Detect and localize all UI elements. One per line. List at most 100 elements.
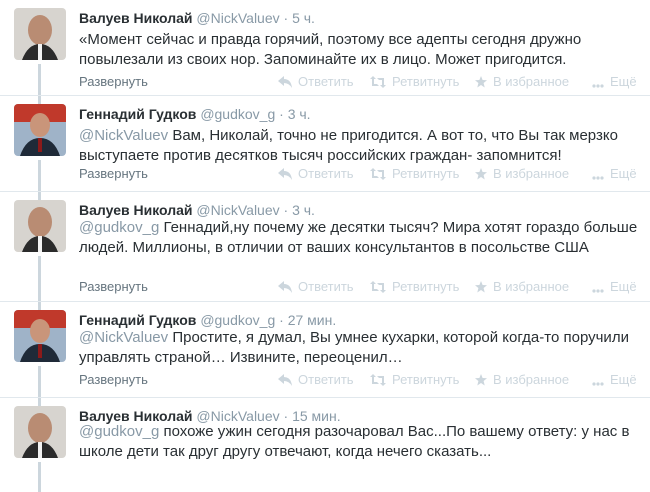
avatar[interactable]: [14, 310, 66, 362]
author-handle[interactable]: @NickValuev: [196, 10, 279, 26]
retweet-icon: [370, 168, 386, 180]
tweet-text: @gudkov_g Геннадий,ну почему же десятки …: [79, 218, 639, 258]
favorite-button[interactable]: В избранное: [475, 372, 569, 387]
timestamp[interactable]: 5 ч.: [292, 10, 315, 26]
star-icon: [475, 281, 487, 293]
author-handle[interactable]: @NickValuev: [196, 202, 279, 218]
author-name[interactable]: Валуев Николай: [79, 202, 193, 218]
separator-dot: ·: [279, 106, 284, 122]
tweet-body: похоже ужин сегодня разочаровал Вас...По…: [79, 423, 630, 460]
more-dots-icon: [592, 382, 604, 386]
more-button[interactable]: Ещё: [592, 166, 637, 181]
tweet[interactable]: Валуев Николай @NickValuev · 5 ч. «Момен…: [0, 0, 650, 96]
mention-link[interactable]: @gudkov_g: [79, 423, 159, 440]
expand-link[interactable]: Развернуть: [79, 279, 148, 294]
avatar[interactable]: [14, 200, 66, 252]
more-label: Ещё: [610, 279, 637, 294]
avatar-valuev-icon: [14, 406, 66, 458]
mention-link[interactable]: @gudkov_g: [79, 219, 159, 236]
reply-button[interactable]: Ответить: [278, 166, 354, 181]
reply-icon: [278, 168, 292, 180]
more-label: Ещё: [610, 372, 637, 387]
favorite-button[interactable]: В избранное: [475, 279, 569, 294]
favorite-button[interactable]: В избранное: [475, 74, 569, 89]
reply-icon: [278, 76, 292, 88]
retweet-button[interactable]: Ретвитнуть: [370, 74, 459, 89]
tweet-header: Валуев Николай @NickValuev · 3 ч.: [79, 202, 315, 218]
retweet-button[interactable]: Ретвитнуть: [370, 279, 459, 294]
avatar-valuev-icon: [14, 8, 66, 60]
tweet[interactable]: Геннадий Гудков @gudkov_g · 27 мин. @Nic…: [0, 302, 650, 398]
tweet[interactable]: Валуев Николай @NickValuev · 15 мин. @gu…: [0, 398, 650, 492]
timestamp[interactable]: 27 мин.: [288, 312, 337, 328]
retweet-label: Ретвитнуть: [392, 279, 460, 294]
favorite-label: В избранное: [493, 166, 570, 181]
mention-link[interactable]: @NickValuev: [79, 329, 168, 346]
more-button[interactable]: Ещё: [592, 74, 637, 89]
tweet-actions: Развернуть Ответить Ретвитнуть В избранн…: [0, 166, 650, 184]
retweet-button[interactable]: Ретвитнуть: [370, 166, 459, 181]
separator-dot: ·: [283, 10, 289, 26]
tweet-text: «Момент сейчас и правда горячий, поэтому…: [79, 30, 639, 70]
reply-label: Ответить: [298, 74, 354, 89]
reply-button[interactable]: Ответить: [278, 74, 354, 89]
retweet-label: Ретвитнуть: [392, 74, 460, 89]
reply-icon: [278, 374, 292, 386]
tweet-actions: Развернуть Ответить Ретвитнуть В избранн…: [0, 279, 650, 297]
avatar[interactable]: [14, 104, 66, 156]
retweet-button[interactable]: Ретвитнуть: [370, 372, 459, 387]
retweet-label: Ретвитнуть: [392, 372, 460, 387]
reply-button[interactable]: Ответить: [278, 279, 354, 294]
more-label: Ещё: [610, 74, 637, 89]
tweet[interactable]: Валуев Николай @NickValuev · 3 ч. @gudko…: [0, 192, 650, 302]
reply-icon: [278, 281, 292, 293]
avatar-gudkov-icon: [14, 310, 66, 362]
tweet-header: Геннадий Гудков @gudkov_g · 3 ч.: [79, 106, 311, 122]
more-button[interactable]: Ещё: [592, 279, 637, 294]
reply-label: Ответить: [298, 279, 354, 294]
author-name[interactable]: Геннадий Гудков: [79, 106, 196, 122]
reply-button[interactable]: Ответить: [278, 372, 354, 387]
tweet[interactable]: Геннадий Гудков @gudkov_g · 3 ч. @NickVa…: [0, 96, 650, 192]
tweet-text: @NickValuev Простите, я думал, Вы умнее …: [79, 328, 639, 368]
timestamp[interactable]: 3 ч.: [288, 106, 311, 122]
mention-link[interactable]: @NickValuev: [79, 127, 168, 144]
separator-dot: ·: [279, 312, 284, 328]
conversation-thread: Валуев Николай @NickValuev · 5 ч. «Момен…: [0, 0, 650, 492]
more-dots-icon: [592, 84, 604, 88]
tweet-header: Геннадий Гудков @gudkov_g · 27 мин.: [79, 312, 336, 328]
more-label: Ещё: [610, 166, 637, 181]
reply-label: Ответить: [298, 166, 354, 181]
tweet-body: «Момент сейчас и правда горячий, поэтому…: [79, 31, 582, 68]
retweet-icon: [370, 374, 386, 386]
avatar[interactable]: [14, 8, 66, 60]
more-dots-icon: [592, 176, 604, 180]
tweet-actions: Развернуть Ответить Ретвитнуть В избранн…: [0, 372, 650, 390]
expand-link[interactable]: Развернуть: [79, 372, 148, 387]
star-icon: [475, 168, 487, 180]
more-dots-icon: [592, 289, 604, 293]
expand-link[interactable]: Развернуть: [79, 74, 148, 89]
tweet-text: @gudkov_g похоже ужин сегодня разочарова…: [79, 422, 639, 462]
star-icon: [475, 76, 487, 88]
more-button[interactable]: Ещё: [592, 372, 637, 387]
author-name[interactable]: Валуев Николай: [79, 10, 193, 26]
avatar-gudkov-icon: [14, 104, 66, 156]
reply-label: Ответить: [298, 372, 354, 387]
tweet-actions: Развернуть Ответить Ретвитнуть В избранн…: [0, 74, 650, 92]
timestamp[interactable]: 3 ч.: [292, 202, 315, 218]
avatar[interactable]: [14, 406, 66, 458]
retweet-icon: [370, 281, 386, 293]
author-handle[interactable]: @gudkov_g: [200, 312, 275, 328]
retweet-label: Ретвитнуть: [392, 166, 460, 181]
author-name[interactable]: Геннадий Гудков: [79, 312, 196, 328]
expand-link[interactable]: Развернуть: [79, 166, 148, 181]
favorite-button[interactable]: В избранное: [475, 166, 569, 181]
favorite-label: В избранное: [493, 74, 570, 89]
tweet-text: @NickValuev Вам, Николай, точно не приго…: [79, 126, 639, 166]
star-icon: [475, 374, 487, 386]
tweet-header: Валуев Николай @NickValuev · 5 ч.: [79, 10, 315, 26]
author-handle[interactable]: @gudkov_g: [200, 106, 275, 122]
avatar-valuev-icon: [14, 200, 66, 252]
separator-dot: ·: [283, 202, 289, 218]
